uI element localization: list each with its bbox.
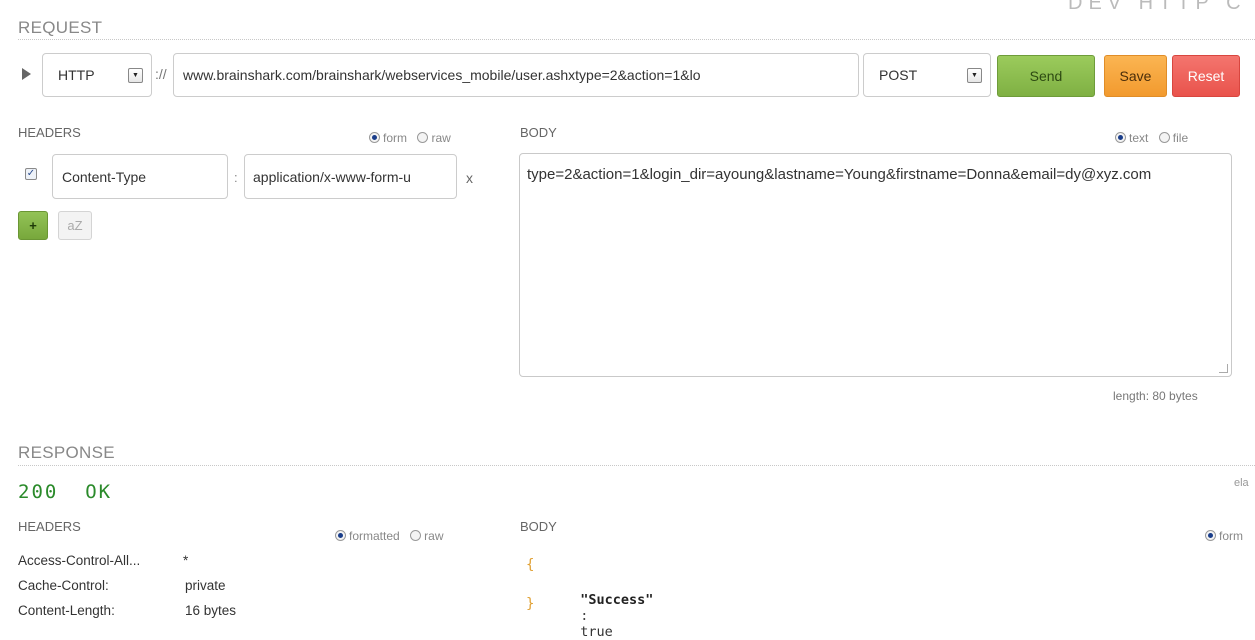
- add-header-button[interactable]: +: [18, 211, 48, 240]
- json-close-brace: }: [526, 596, 535, 612]
- method-select[interactable]: POST ▼: [863, 53, 991, 97]
- header-enabled-checkbox[interactable]: ✓: [25, 168, 37, 180]
- remove-header-button[interactable]: x: [466, 170, 473, 186]
- header-name-value: Content-Type: [62, 168, 147, 185]
- raw-radio[interactable]: [417, 132, 429, 143]
- header-name-input[interactable]: Content-Type: [52, 154, 228, 199]
- raw-radio[interactable]: [410, 530, 422, 541]
- response-header-row: Cache-Control: private: [18, 578, 498, 593]
- form-radio[interactable]: [369, 132, 380, 143]
- protocol-value: HTTP: [58, 67, 95, 83]
- response-header-row: Content-Length: 16 bytes: [18, 603, 498, 618]
- response-header-name: Cache-Control:: [18, 578, 109, 593]
- app-title-partial: DEV HTTP C: [1068, 0, 1247, 14]
- response-status: 200 OK: [18, 481, 113, 503]
- response-header-value: private: [185, 578, 226, 593]
- resize-handle-icon[interactable]: [1219, 364, 1228, 373]
- json-key: "Success": [580, 592, 654, 608]
- response-header-row: Access-Control-All... *: [18, 553, 498, 568]
- request-body-textarea[interactable]: type=2&action=1&login_dir=ayoung&lastnam…: [519, 153, 1232, 377]
- request-divider: [18, 39, 1255, 40]
- request-headers-mode: form raw: [369, 129, 457, 147]
- response-header-name: Content-Length:: [18, 603, 115, 618]
- request-body-content: type=2&action=1&login_dir=ayoung&lastnam…: [527, 166, 1152, 183]
- save-button[interactable]: Save: [1104, 55, 1167, 97]
- header-value-text: application/x-www-form-u: [253, 168, 411, 185]
- reset-button[interactable]: Reset: [1172, 55, 1240, 97]
- raw-radio-label: raw: [424, 529, 444, 543]
- sort-headers-button[interactable]: aZ: [58, 211, 92, 240]
- protocol-separator: ://: [155, 66, 167, 82]
- json-colon: :: [580, 608, 589, 624]
- formatted-radio-label: formatted: [349, 529, 400, 543]
- protocol-select[interactable]: HTTP ▼: [42, 53, 152, 97]
- response-header-value: 16 bytes: [185, 603, 237, 618]
- formatted-radio[interactable]: [1205, 530, 1216, 541]
- expand-arrow-icon[interactable]: [22, 68, 31, 80]
- response-headers-mode: formatted raw: [335, 527, 450, 545]
- request-body-title: BODY: [520, 125, 557, 140]
- request-body-length: length: 80 bytes: [1113, 389, 1198, 403]
- response-headers-title: HEADERS: [18, 519, 81, 534]
- header-colon: :: [234, 170, 238, 185]
- form-radio-label: form: [383, 131, 407, 145]
- json-value: true: [580, 624, 613, 640]
- response-body-title: BODY: [520, 519, 557, 534]
- url-value: www.brainshark.com/brainshark/webservice…: [183, 67, 701, 83]
- file-radio-label: file: [1172, 131, 1189, 145]
- request-section-title: REQUEST: [18, 18, 103, 37]
- json-entry: "Success" : true: [564, 576, 653, 640]
- chevron-down-icon: ▼: [967, 67, 982, 83]
- text-radio[interactable]: [1115, 132, 1126, 143]
- formatted-radio[interactable]: [335, 530, 346, 541]
- method-value: POST: [879, 67, 918, 83]
- json-open-brace: {: [526, 557, 535, 573]
- send-button[interactable]: Send: [997, 55, 1095, 97]
- chevron-down-icon: ▼: [128, 67, 143, 83]
- elapsed-label-partial: ela: [1234, 477, 1249, 489]
- response-body-mode: form: [1205, 527, 1249, 545]
- response-header-name: Access-Control-All...: [18, 553, 141, 568]
- url-input[interactable]: www.brainshark.com/brainshark/webservice…: [173, 53, 859, 97]
- raw-radio-label: raw: [431, 131, 451, 145]
- response-header-value: *: [183, 553, 189, 568]
- text-radio-label: text: [1129, 131, 1149, 145]
- formatted-radio-label: form: [1219, 529, 1243, 543]
- file-radio[interactable]: [1158, 132, 1170, 143]
- request-headers-title: HEADERS: [18, 125, 81, 140]
- response-divider: [18, 465, 1255, 466]
- header-value-input[interactable]: application/x-www-form-u: [244, 154, 457, 199]
- request-body-mode: text file: [1115, 129, 1194, 147]
- response-section-title: RESPONSE: [18, 443, 115, 462]
